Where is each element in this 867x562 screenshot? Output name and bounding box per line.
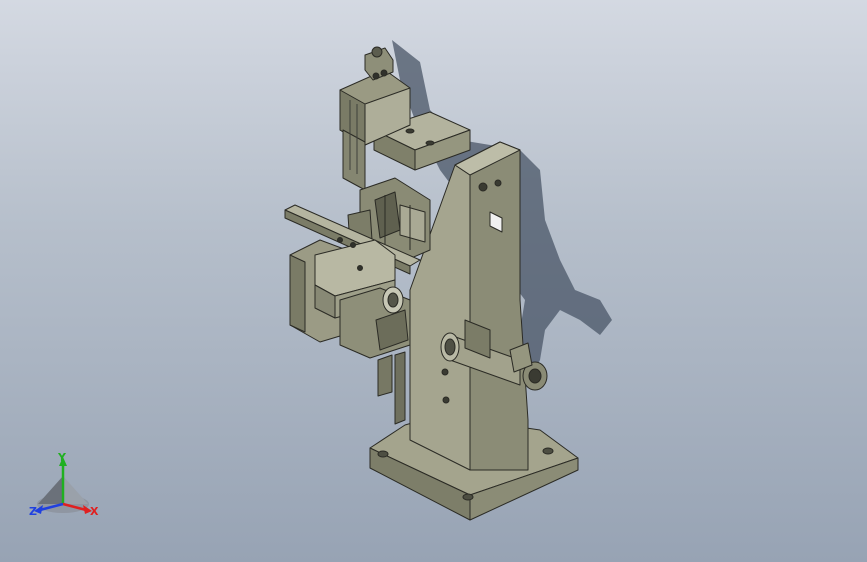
x-axis-label: X	[90, 505, 99, 518]
z-axis-label: Z	[29, 505, 37, 518]
main-upright-frame[interactable]	[409, 141, 529, 471]
graphics-viewport[interactable]: Y X Z	[0, 0, 867, 562]
lower-gripper-slide[interactable]	[339, 286, 411, 425]
3d-model-assembly[interactable]	[0, 0, 867, 562]
y-axis-label: Y	[58, 451, 66, 464]
